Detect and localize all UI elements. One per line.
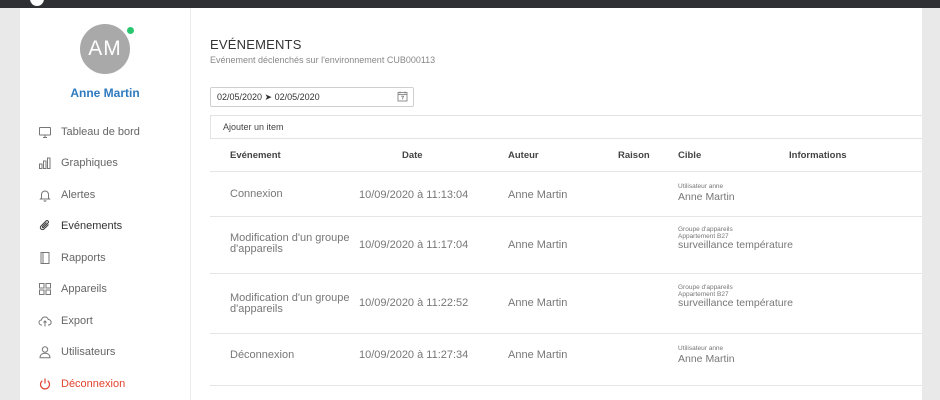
sidebar-item-deconnexion[interactable]: Déconnexion <box>20 368 190 400</box>
events-table: Evénement Date Auteur Raison Cible Infor… <box>210 145 922 386</box>
column-header-target[interactable]: Cible <box>678 150 701 161</box>
online-status-dot <box>126 26 135 35</box>
date-cell: 10/09/2020 à 11:22:52 <box>359 297 469 309</box>
target-cell: Utilisateur anne Anne Martin <box>678 345 838 365</box>
target-cell: Groupe d'appareils Appartement B27 surve… <box>678 284 838 309</box>
add-item-input[interactable]: Ajouter un item <box>210 115 922 139</box>
sidebar: AM Anne Martin Tableau de bord Graphique… <box>20 8 191 400</box>
column-header-event[interactable]: Evénement <box>230 150 281 161</box>
author-cell: Anne Martin <box>508 349 568 361</box>
app-logo <box>30 0 44 6</box>
cloud-upload-icon <box>38 314 52 328</box>
target-name: surveillance température <box>678 239 793 251</box>
table-row[interactable]: Modification d'un groupe d'appareils 10/… <box>210 217 922 274</box>
bell-icon <box>38 188 52 202</box>
author-cell: Anne Martin <box>508 189 568 201</box>
date-cell: 10/09/2020 à 11:13:04 <box>359 189 469 201</box>
user-icon <box>38 345 52 359</box>
table-row[interactable]: Modification d'un groupe d'appareils 10/… <box>210 274 922 334</box>
main-content: EVÉNEMENTS Evénement déclenchés sur l'en… <box>191 8 922 400</box>
author-cell: Anne Martin <box>508 297 568 309</box>
avatar-initials: AM <box>88 37 122 60</box>
sidebar-item-appareils[interactable]: Appareils <box>20 274 190 306</box>
app-window: AM Anne Martin Tableau de bord Graphique… <box>20 8 922 400</box>
sidebar-item-label: Alertes <box>61 188 96 201</box>
sidebar-item-alertes[interactable]: Alertes <box>20 179 190 211</box>
document-icon <box>38 251 52 265</box>
event-cell: Déconnexion <box>230 349 295 361</box>
sidebar-item-label: Rapports <box>61 251 106 264</box>
grid-icon <box>38 282 52 296</box>
sidebar-item-label: Utilisateurs <box>61 346 116 359</box>
sidebar-item-label: Déconnexion <box>61 377 126 390</box>
sidebar-item-label: Graphiques <box>61 157 118 170</box>
sidebar-item-label: Export <box>61 314 93 327</box>
target-name: Anne Martin <box>678 353 735 365</box>
sidebar-nav: Tableau de bord Graphiques Alertes Evéne… <box>20 116 190 400</box>
table-row[interactable]: Déconnexion 10/09/2020 à 11:27:34 Anne M… <box>210 334 922 386</box>
target-type: Groupe d'appareils <box>678 284 733 291</box>
table-header: Evénement Date Auteur Raison Cible Infor… <box>210 145 922 172</box>
sidebar-item-tableau-de-bord[interactable]: Tableau de bord <box>20 116 190 148</box>
date-cell: 10/09/2020 à 11:17:04 <box>359 239 469 251</box>
page-subtitle: Evénement déclenchés sur l'environnement… <box>210 55 436 65</box>
page-title: EVÉNEMENTS <box>210 37 302 52</box>
sidebar-item-label: Tableau de bord <box>61 125 140 138</box>
target-type: Groupe d'appareils <box>678 226 733 233</box>
event-cell: Modification d'un groupe d'appareils <box>230 232 350 255</box>
user-name[interactable]: Anne Martin <box>20 86 190 100</box>
date-range-value: 02/05/2020 ➤ 02/05/2020 <box>217 91 320 102</box>
sidebar-item-rapports[interactable]: Rapports <box>20 242 190 274</box>
power-icon <box>38 377 52 391</box>
target-type: Utilisateur anne <box>678 345 724 352</box>
target-cell: Groupe d'appareils Appartement B27 surve… <box>678 226 838 251</box>
author-cell: Anne Martin <box>508 239 568 251</box>
add-item-label: Ajouter un item <box>223 122 284 132</box>
column-header-info[interactable]: Informations <box>789 150 847 161</box>
target-name: Anne Martin <box>678 191 735 203</box>
sidebar-item-label: Evénements <box>61 220 123 233</box>
column-header-date[interactable]: Date <box>402 150 423 161</box>
calendar-icon[interactable] <box>397 91 408 102</box>
target-name: surveillance température <box>678 297 793 309</box>
sidebar-item-utilisateurs[interactable]: Utilisateurs <box>20 337 190 369</box>
sidebar-item-graphiques[interactable]: Graphiques <box>20 148 190 180</box>
sidebar-item-evenements[interactable]: Evénements <box>20 211 190 243</box>
column-header-author[interactable]: Auteur <box>508 150 539 161</box>
target-type: Utilisateur anne <box>678 183 724 190</box>
date-range-picker[interactable]: 02/05/2020 ➤ 02/05/2020 <box>210 87 414 107</box>
table-row[interactable]: Connexion 10/09/2020 à 11:13:04 Anne Mar… <box>210 172 922 217</box>
sidebar-item-export[interactable]: Export <box>20 305 190 337</box>
date-cell: 10/09/2020 à 11:27:34 <box>359 349 469 361</box>
monitor-icon <box>38 125 52 139</box>
event-cell: Connexion <box>230 188 283 200</box>
target-cell: Utilisateur anne Anne Martin <box>678 183 838 203</box>
bar-chart-icon <box>38 156 52 170</box>
avatar[interactable]: AM <box>80 24 130 74</box>
top-bar <box>0 0 940 8</box>
paperclip-icon <box>38 219 52 233</box>
column-header-reason[interactable]: Raison <box>618 150 650 161</box>
sidebar-item-label: Appareils <box>61 283 107 296</box>
event-cell: Modification d'un groupe d'appareils <box>230 292 350 315</box>
